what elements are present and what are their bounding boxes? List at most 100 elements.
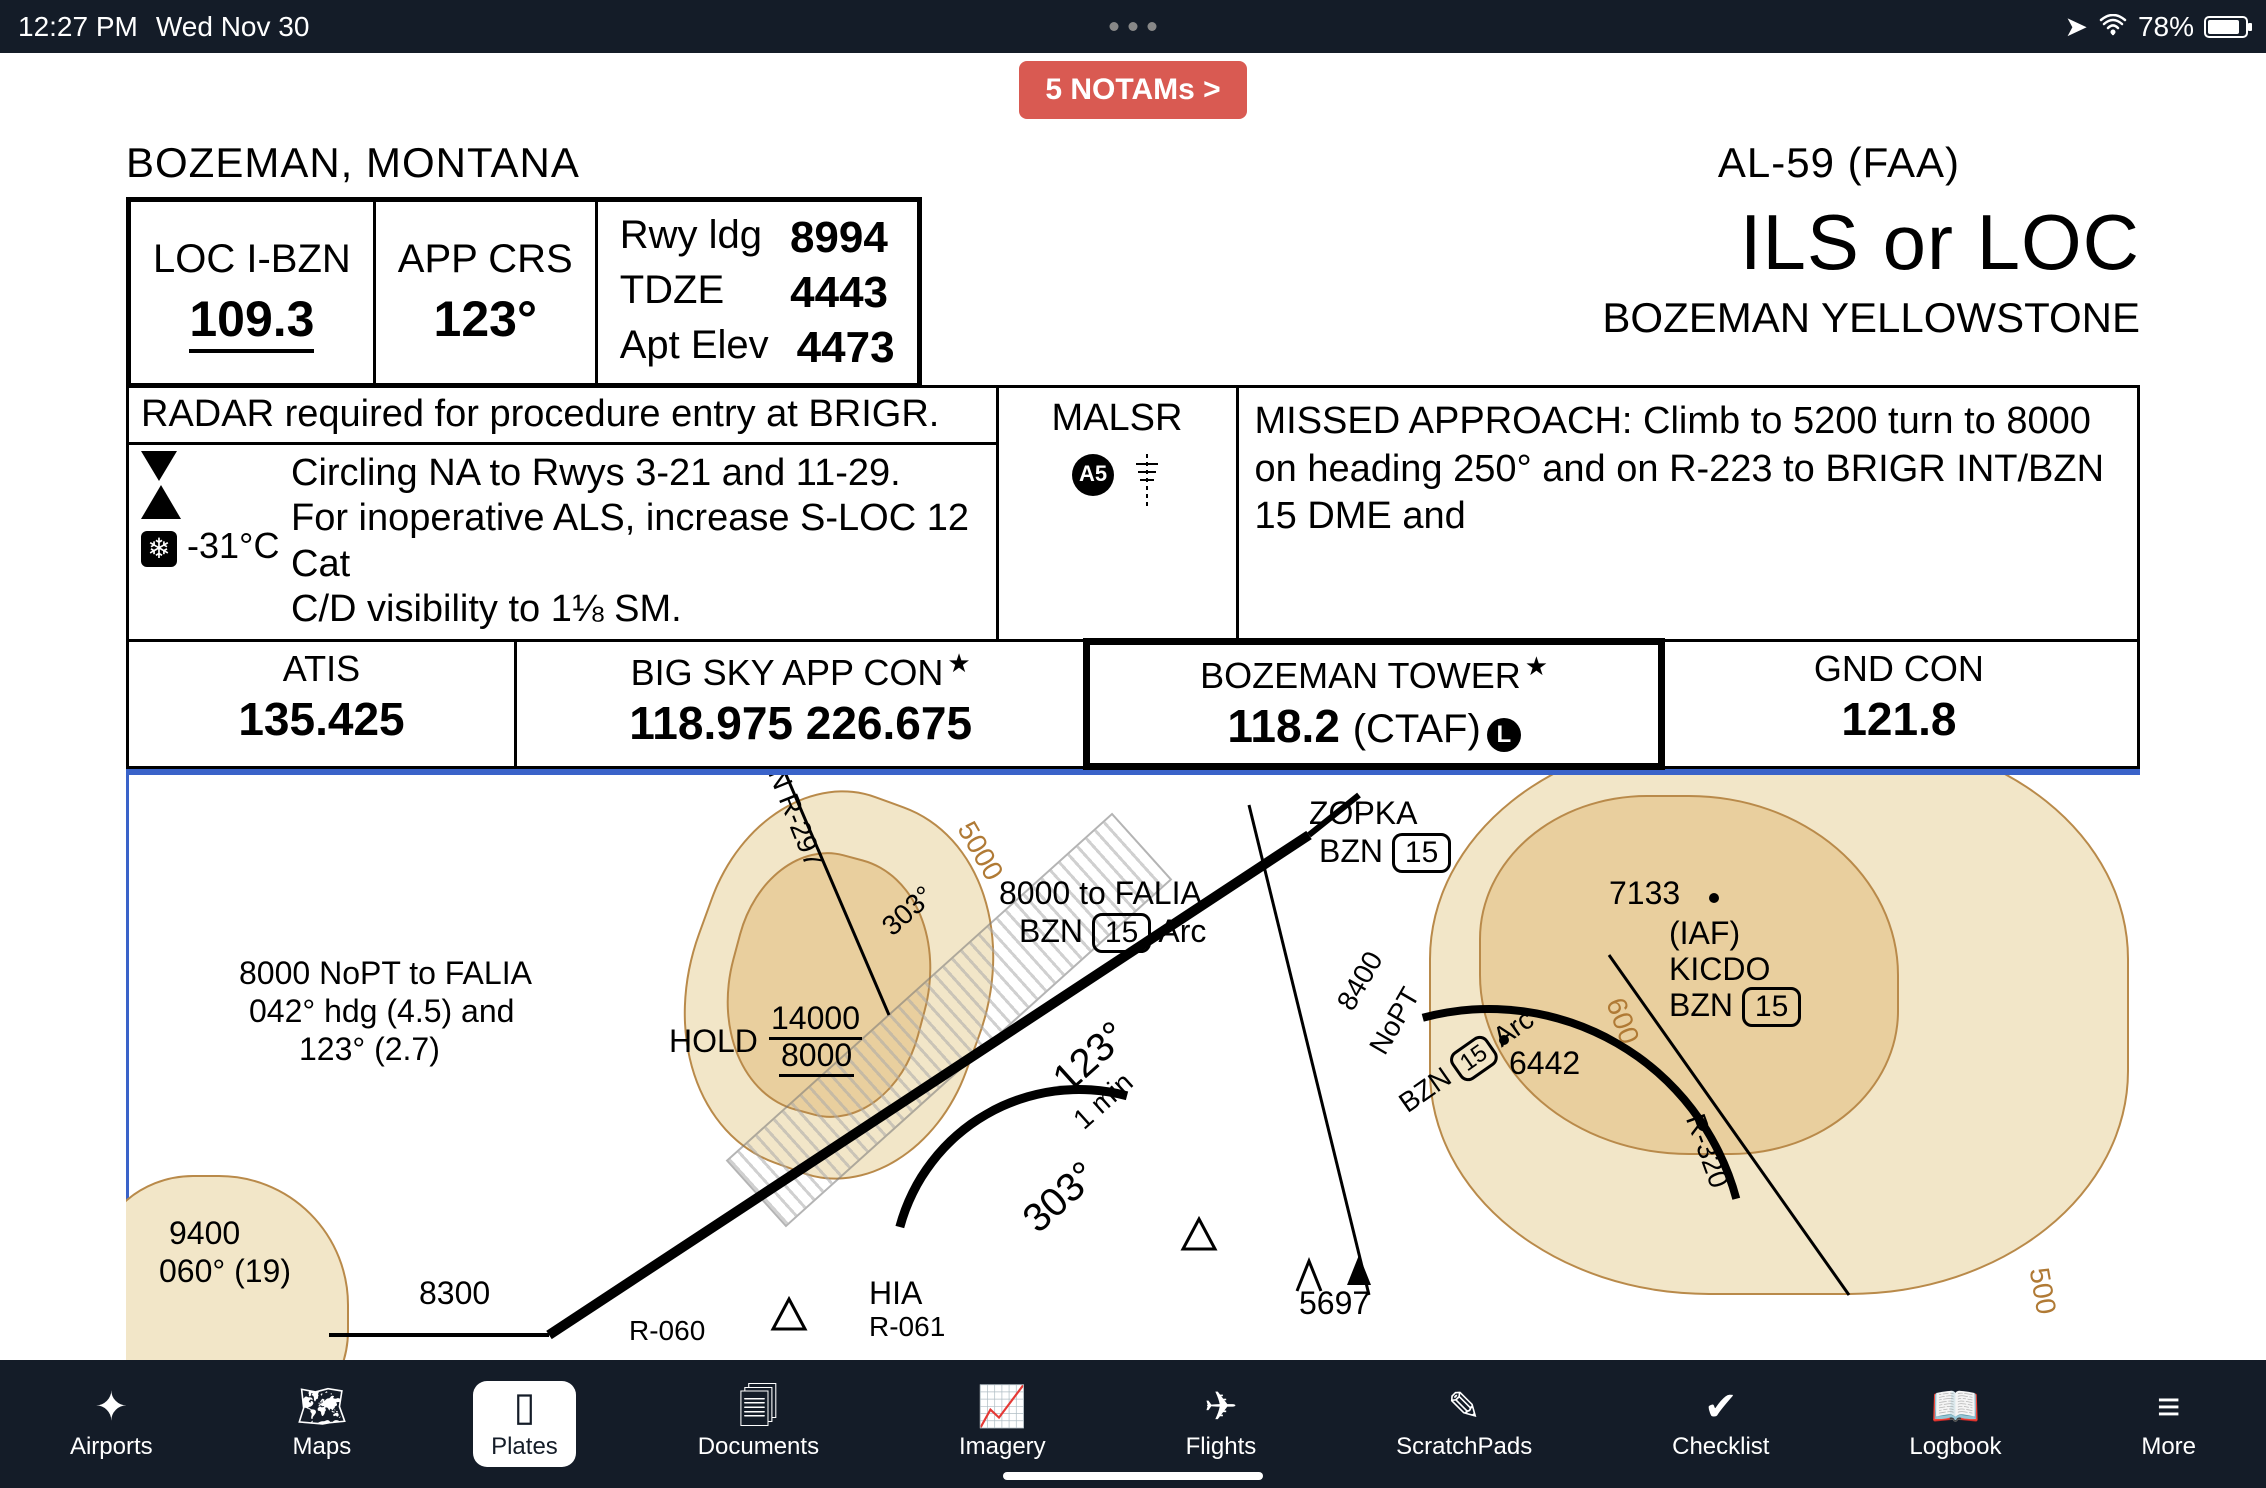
spot-6442: 6442 <box>1509 1045 1580 1082</box>
a5-icon: A5 <box>1072 454 1114 496</box>
tab-label: Documents <box>698 1433 819 1461</box>
ground-label: GND CON <box>1671 648 2127 690</box>
malsr-label: MALSR <box>1007 396 1228 442</box>
battery-percent: 78% <box>2138 11 2194 43</box>
status-date: Wed Nov 30 <box>156 11 310 43</box>
fix-hia: HIA <box>869 1275 922 1312</box>
cold-temp: -31°C <box>187 525 279 566</box>
tdze: 4443 <box>790 265 888 320</box>
logbook-icon: 📖 <box>1931 1387 1981 1427</box>
fix-zopka: ZOPKA <box>1309 795 1417 832</box>
malsr-icon <box>1132 454 1162 518</box>
flights-icon: ✈ <box>1204 1387 1238 1427</box>
tab-label: Imagery <box>959 1433 1046 1461</box>
tab-imagery[interactable]: 📈 Imagery <box>941 1381 1064 1467</box>
dme-15: 15 <box>1742 987 1801 1027</box>
dme-15: 15 <box>1092 913 1151 953</box>
obstacle-icon <box>1289 1255 1329 1300</box>
waypoint-icon <box>1179 1215 1219 1260</box>
tab-label: Maps <box>293 1433 352 1461</box>
status-bar: 12:27 PM Wed Nov 30 ➤ 78% <box>0 0 2266 53</box>
spot-dot <box>1499 1035 1509 1045</box>
imagery-icon: 📈 <box>977 1387 1027 1427</box>
procedure-airport: BOZEMAN YELLOWSTONE <box>962 294 2140 342</box>
approach-plate[interactable]: BOZEMAN, MONTANA AL-59 (FAA) LOC I-BZN 1… <box>0 139 2266 1379</box>
battery-icon <box>2204 16 2248 38</box>
home-indicator[interactable] <box>1003 1472 1263 1480</box>
ctaf-label: (CTAF) <box>1353 707 1481 751</box>
tab-checklist[interactable]: ✔ Checklist <box>1654 1381 1787 1467</box>
hold-label: HOLD <box>669 1023 758 1060</box>
nopt-3: 123° (2.7) <box>299 1031 440 1068</box>
approach-freq: 118.975 226.675 <box>527 696 1074 750</box>
status-time: 12:27 PM <box>18 11 138 43</box>
arc-bzn: BZN <box>1019 913 1083 949</box>
maps-icon: 🗺 <box>296 1387 347 1427</box>
tab-label: Plates <box>491 1433 558 1461</box>
hold-max-alt: 14000 <box>769 1000 862 1040</box>
more-icon: ≡ <box>2157 1387 2180 1427</box>
hold-min-alt: 8000 <box>779 1037 854 1077</box>
radar-note: RADAR required for procedure entry at BR… <box>129 388 996 445</box>
iaf-label: (IAF) <box>1669 915 1740 952</box>
plates-icon: ▯ <box>513 1387 535 1427</box>
apt-elev-label: Apt Elev <box>620 320 769 375</box>
notams-button[interactable]: 5 NOTAMs > <box>1019 61 1246 119</box>
procedure-title: ILS or LOC <box>962 197 2140 288</box>
kicdo-bzn: BZN <box>1669 987 1733 1023</box>
lighting-icon: L <box>1487 718 1521 752</box>
apt-elev: 4473 <box>797 320 895 375</box>
tab-maps[interactable]: 🗺 Maps <box>275 1381 370 1467</box>
circling-note: Circling NA to Rwys 3-21 and 11-29. For … <box>291 451 984 633</box>
cold-temp-icon: ❄ <box>141 531 177 567</box>
tab-plates[interactable]: ▯ Plates <box>473 1381 576 1467</box>
plate-al: AL-59 (FAA) <box>1718 139 1960 187</box>
scratchpads-icon: ✎ <box>1447 1387 1481 1427</box>
location-icon: ➤ <box>2064 10 2087 43</box>
waypoint-icon <box>769 1295 809 1340</box>
nopt-2: 042° hdg (4.5) and <box>249 993 514 1030</box>
atis-freq: 135.425 <box>139 692 504 746</box>
rwy-ldg-label: Rwy ldg <box>620 210 762 265</box>
loc-label: LOC I-BZN <box>153 237 351 282</box>
rwy-ldg: 8994 <box>790 210 888 265</box>
tab-airports[interactable]: ✦ Airports <box>52 1381 171 1467</box>
documents-icon: 🗐 <box>738 1387 778 1427</box>
tdze-label: TDZE <box>620 265 724 320</box>
ground-freq: 121.8 <box>1671 692 2127 746</box>
alternate-mins-icon <box>141 485 181 519</box>
checklist-icon: ✔ <box>1704 1387 1738 1427</box>
dme-15: 15 <box>1392 833 1451 873</box>
briefing-strip: LOC I-BZN 109.3 APP CRS 123° Rwy ldg8994… <box>126 197 922 388</box>
takeoff-mins-icon <box>141 451 177 481</box>
tower-freq: 118.2 <box>1227 700 1340 752</box>
arc-text: Arc <box>1158 913 1206 949</box>
tab-scratchpads[interactable]: ✎ScratchPads <box>1378 1381 1550 1467</box>
radial-061: R-061 <box>869 1311 945 1343</box>
arc-label-1: 8000 to FALIA <box>999 875 1202 912</box>
fix-bzn: BZN <box>1319 833 1383 869</box>
radial-060: R-060 <box>629 1315 705 1347</box>
obstacle-060: 060° (19) <box>159 1253 291 1290</box>
tab-label: Flights <box>1186 1433 1257 1461</box>
tab-flights[interactable]: ✈ Flights <box>1168 1381 1275 1467</box>
tab-label: Airports <box>70 1433 153 1461</box>
multitask-dots[interactable] <box>1110 22 1157 31</box>
approach-label: BIG SKY APP CON <box>527 648 1074 694</box>
frequency-strip: ATIS 135.425 BIG SKY APP CON 118.975 226… <box>126 642 2140 769</box>
fix-kicdo: KICDO <box>1669 951 1770 988</box>
tab-label: More <box>2141 1433 2196 1461</box>
nopt-1: 8000 NoPT to FALIA <box>239 955 532 992</box>
airports-icon: ✦ <box>95 1387 129 1427</box>
plan-view[interactable]: 600 5000 500 ZOPKA BZN 15 8000 to FALIA <box>126 769 2140 1379</box>
tower-label: BOZEMAN TOWER <box>1100 651 1647 697</box>
spot-7133: 7133 <box>1609 875 1680 912</box>
missed-approach: MISSED APPROACH: Climb to 5200 turn to 8… <box>1239 388 2138 639</box>
spot-dot <box>1709 893 1719 903</box>
tab-label: Checklist <box>1672 1433 1769 1461</box>
tab-logbook[interactable]: 📖Logbook <box>1891 1381 2019 1467</box>
tab-documents[interactable]: 🗐 Documents <box>680 1381 837 1467</box>
obstacle-8300: 8300 <box>419 1275 490 1312</box>
tab-more[interactable]: ≡ More <box>2123 1381 2214 1467</box>
plate-city: BOZEMAN, MONTANA <box>126 139 580 187</box>
